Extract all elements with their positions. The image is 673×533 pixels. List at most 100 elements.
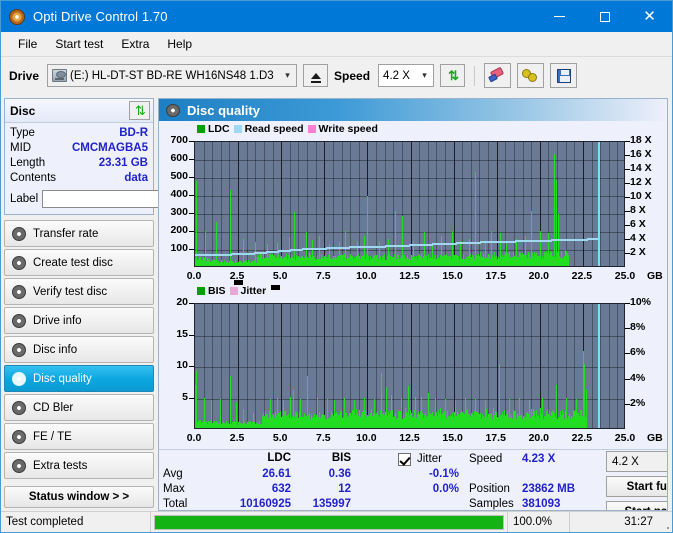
drive-select[interactable]: (E:) HL-DT-ST BD-RE WH16NS48 1.D3 ▾ [47, 64, 298, 87]
refresh-button[interactable]: ⇅ [440, 64, 466, 87]
sidebar-item-label: Verify test disc [33, 285, 108, 298]
test-speed-select[interactable]: 4.2 X ▾ [606, 451, 667, 472]
eject-button[interactable] [303, 64, 329, 87]
grid-line-v [281, 304, 282, 428]
progress-bar [154, 514, 504, 530]
drive-icon [52, 69, 68, 82]
x-axis-tick-label: 10.0 [356, 270, 377, 282]
toolbar-separator [474, 65, 476, 86]
tools-button[interactable] [517, 63, 545, 88]
sidebar-item-fe-te[interactable]: FE / TE [4, 423, 154, 450]
chart-spike [586, 390, 587, 428]
y2-axis-tick-label: 4 X [630, 232, 646, 244]
legend-label: Read speed [244, 123, 304, 135]
chart-legend: BIS Jitter [197, 285, 266, 297]
y2-axis-tick-label: 2% [630, 396, 646, 409]
x-axis-tick-label: 7.5 [315, 270, 331, 282]
grid-line-v [255, 304, 256, 428]
y2-axis-tick-label: 10% [630, 296, 652, 308]
sidebar-item-disc-quality[interactable]: Disc quality [4, 365, 154, 392]
stats-jitter-avg: -0.1% [428, 468, 459, 480]
stats-speed-value: 4.23 X [522, 453, 556, 465]
sidebar-item-label: Disc quality [33, 372, 92, 385]
y2-axis-tick [625, 353, 630, 354]
sidebar-item-verify-test-disc[interactable]: Verify test disc [4, 278, 154, 305]
stats-position-label: Position [469, 483, 510, 495]
x-axis-tick-label: 0.0 [186, 270, 202, 282]
status-window-button[interactable]: Status window > > [4, 486, 154, 508]
grid-line-v [367, 304, 368, 428]
close-button[interactable]: ✕ [627, 1, 672, 32]
content-panel: Disc quality LDC Read speed Write speed 100… [158, 98, 668, 511]
x-axis-tick-label: 17.5 [485, 270, 506, 282]
grid-line-v [523, 304, 524, 428]
grid-line-h [195, 367, 624, 368]
x-axis-tick-label: 10.0 [356, 432, 377, 444]
grid-line-v [609, 304, 610, 428]
speed-select[interactable]: 4.2 X ▾ [378, 64, 435, 87]
chart-spike [395, 211, 396, 266]
disc-icon [12, 284, 26, 299]
x-axis-tick-label: 7.5 [315, 432, 331, 444]
x-axis-tick-label: 22.5 [571, 270, 593, 282]
sidebar-item-extra-tests[interactable]: Extra tests [4, 452, 154, 479]
chart-spike [196, 371, 197, 428]
y2-axis-tick-label: 6% [630, 346, 646, 359]
sidebar-item-label: Extra tests [33, 459, 88, 472]
sidebar-item-cd-bler[interactable]: CD Bler [4, 394, 154, 421]
jitter-checkbox[interactable] [398, 453, 411, 466]
progress-percent: 100.0% [508, 512, 570, 532]
grid-line-v [221, 304, 222, 428]
bis-chart[interactable]: BIS Jitter 5 10 15 20 2% 4% 6% 8% 10% 0.0 2.5 5.0 7.5 1… [161, 285, 665, 447]
menu-file[interactable]: File [9, 34, 46, 54]
disc-icon [12, 342, 26, 357]
y2-axis-tick [625, 225, 630, 226]
y2-axis-tick-label: 18 X [630, 134, 652, 146]
sidebar-item-transfer-rate[interactable]: Transfer rate [4, 220, 154, 247]
chart-plot-area[interactable] [194, 141, 625, 267]
menu-start-test[interactable]: Start test [46, 34, 112, 54]
menu-extra[interactable]: Extra [112, 34, 158, 54]
sidebar-item-disc-info[interactable]: Disc info [4, 336, 154, 363]
y-axis-tick-label: 15 [176, 327, 188, 340]
x-axis-tick-label: 2.5 [229, 432, 245, 444]
sidebar-item-label: FE / TE [33, 430, 72, 443]
y2-axis-tick [625, 169, 630, 170]
disc-refresh-button[interactable]: ⇅ [129, 101, 150, 120]
maximize-button[interactable] [582, 1, 627, 32]
y-axis-tick-label: 5 [182, 390, 188, 403]
sidebar-item-drive-info[interactable]: Drive info [4, 307, 154, 334]
grid-line-h [195, 160, 624, 161]
stats-samples-label: Samples [469, 498, 514, 510]
disc-row-value: 23.31 GB [98, 157, 148, 169]
quality-chart[interactable]: LDC Read speed Write speed 100 200 300 400 500 6… [161, 123, 665, 285]
menu-help[interactable]: Help [158, 34, 201, 54]
x-axis-tick-label: 20.0 [528, 270, 550, 282]
drive-toolbar: Drive (E:) HL-DT-ST BD-RE WH16NS48 1.D3 … [1, 56, 672, 94]
grid-line-v [557, 304, 558, 428]
x-axis-tick-label: 12.5 [399, 432, 420, 444]
start-full-button[interactable]: Start full [606, 476, 667, 497]
legend-label: LDC [208, 123, 230, 135]
x-axis-tick-label: 17.5 [485, 432, 506, 444]
grid-line-v [350, 304, 351, 428]
resize-grip[interactable] [658, 512, 672, 532]
disc-icon [12, 400, 26, 415]
sidebar-item-create-test-disc[interactable]: Create test disc [4, 249, 154, 276]
y2-axis-tick [625, 379, 630, 380]
progress-fill [155, 515, 503, 529]
save-button[interactable] [550, 63, 578, 88]
y2-axis-tick-label: 6 X [630, 218, 646, 230]
y-axis-tick [189, 177, 194, 178]
minimize-button[interactable] [537, 1, 582, 32]
menu-bar: File Start test Extra Help [1, 32, 672, 56]
y-axis-tick-label: 20 [176, 296, 188, 308]
y2-axis-tick-label: 4% [630, 371, 646, 384]
chart-plot-area[interactable] [194, 303, 625, 429]
grid-line-v [376, 304, 377, 428]
disc-quality-icon [166, 103, 180, 117]
stats-speed-label: Speed [469, 453, 503, 465]
x-axis-tick-label: 5.0 [272, 270, 288, 282]
start-part-button[interactable]: Start part [606, 501, 667, 510]
erase-button[interactable] [484, 63, 512, 88]
